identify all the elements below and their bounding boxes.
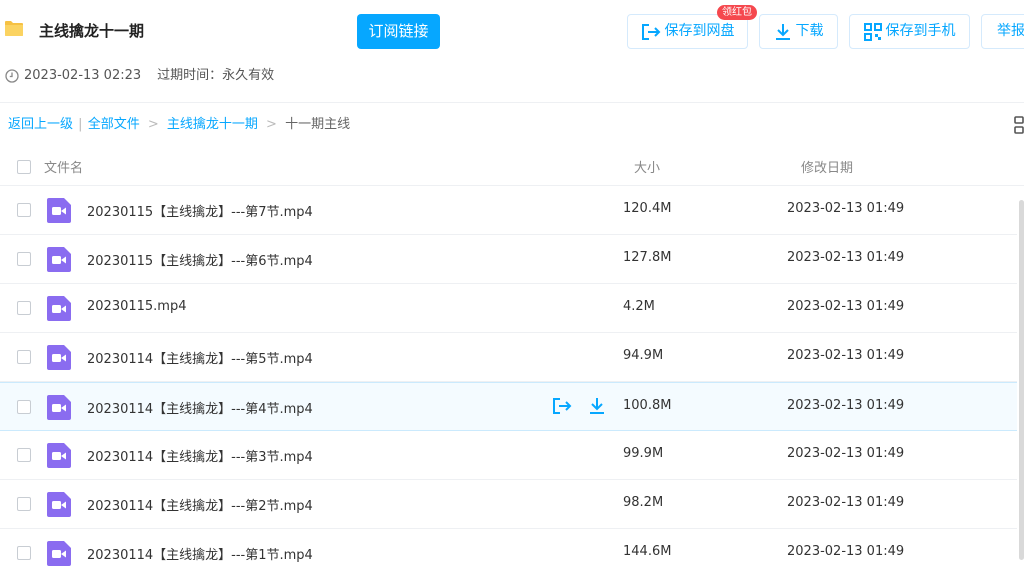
video-file-icon [47, 198, 71, 223]
download-icon[interactable] [588, 397, 606, 415]
table-row[interactable]: 20230115.mp4 4.2M 2023-02-13 01:49 [0, 284, 1017, 333]
file-name[interactable]: 20230114【主线擒龙】---第4节.mp4 [87, 398, 313, 417]
row-checkbox[interactable] [17, 350, 31, 364]
row-checkbox[interactable] [17, 203, 31, 217]
save-to-netdisk-icon[interactable] [552, 397, 572, 415]
file-date: 2023-02-13 01:49 [787, 250, 905, 265]
file-size: 98.2M [623, 495, 664, 510]
column-header-date[interactable]: 修改日期 [801, 157, 853, 176]
file-size: 94.9M [623, 348, 664, 363]
file-size: 120.4M [623, 201, 672, 216]
report-label: 举报 [997, 23, 1024, 39]
video-file-icon [47, 492, 71, 517]
table-row[interactable]: 20230114【主线擒龙】---第3节.mp4 99.9M 2023-02-1… [0, 431, 1017, 480]
table-header: 文件名 大小 修改日期 [0, 146, 1024, 186]
share-meta: 2023-02-13 02:23 过期时间：永久有效 [5, 67, 274, 85]
save-to-netdisk-icon [641, 23, 660, 40]
row-checkbox[interactable] [17, 400, 31, 414]
breadcrumb-back[interactable]: 返回上一级 [8, 117, 73, 132]
file-size: 144.6M [623, 544, 672, 559]
grid-view-icon[interactable] [1014, 116, 1024, 134]
red-envelope-badge[interactable]: 领红包 [717, 5, 757, 20]
file-date: 2023-02-13 01:49 [787, 544, 905, 559]
file-name[interactable]: 20230114【主线擒龙】---第2节.mp4 [87, 495, 313, 514]
video-file-icon [47, 345, 71, 370]
table-row[interactable]: 20230114【主线擒龙】---第1节.mp4 144.6M 2023-02-… [0, 529, 1017, 566]
file-date: 2023-02-13 01:49 [787, 495, 905, 510]
file-date: 2023-02-13 01:49 [787, 446, 905, 461]
video-file-icon [47, 247, 71, 272]
video-file-icon [47, 296, 71, 321]
report-button[interactable]: 举报 [981, 14, 1024, 49]
clock-icon [5, 69, 19, 83]
qrcode-icon [863, 22, 882, 41]
select-all-checkbox[interactable] [17, 160, 31, 174]
row-checkbox[interactable] [17, 448, 31, 462]
download-label: 下载 [795, 23, 824, 39]
video-file-icon [47, 443, 71, 468]
download-icon [775, 23, 790, 40]
breadcrumb: 返回上一级 | 全部文件 > 主线擒龙十一期 > 十一期主线 [8, 116, 350, 134]
file-date: 2023-02-13 01:49 [787, 299, 905, 314]
file-name[interactable]: 20230114【主线擒龙】---第5节.mp4 [87, 348, 313, 367]
file-date: 2023-02-13 01:49 [787, 348, 905, 363]
file-size: 127.8M [623, 250, 672, 265]
table-row[interactable]: 20230114【主线擒龙】---第4节.mp4 100.8M 2023-02-… [0, 382, 1017, 431]
created-time: 2023-02-13 02:23 [24, 68, 142, 83]
file-name[interactable]: 20230114【主线擒龙】---第3节.mp4 [87, 446, 313, 465]
row-checkbox[interactable] [17, 497, 31, 511]
row-checkbox[interactable] [17, 546, 31, 560]
file-name[interactable]: 20230115【主线擒龙】---第7节.mp4 [87, 201, 313, 220]
file-size: 99.9M [623, 446, 664, 461]
breadcrumb-current: 十一期主线 [285, 117, 351, 132]
table-row[interactable]: 20230114【主线擒龙】---第2节.mp4 98.2M 2023-02-1… [0, 480, 1017, 529]
file-name[interactable]: 20230115【主线擒龙】---第6节.mp4 [87, 250, 313, 269]
header-divider [0, 102, 1024, 103]
row-checkbox[interactable] [17, 301, 31, 315]
breadcrumb-separator: | [78, 117, 83, 132]
file-date: 2023-02-13 01:49 [787, 398, 905, 413]
table-row[interactable]: 20230115【主线擒龙】---第7节.mp4 120.4M 2023-02-… [0, 186, 1017, 235]
subscribe-link-button[interactable]: 订阅链接 [357, 14, 440, 49]
breadcrumb-arrow: > [266, 117, 277, 132]
column-header-size[interactable]: 大小 [634, 157, 660, 176]
breadcrumb-all-files[interactable]: 全部文件 [88, 117, 140, 132]
download-button[interactable]: 下载 [759, 14, 838, 49]
save-to-phone-button[interactable]: 保存到手机 [849, 14, 970, 49]
table-row[interactable]: 20230115【主线擒龙】---第6节.mp4 127.8M 2023-02-… [0, 235, 1017, 284]
breadcrumb-arrow: > [147, 117, 159, 132]
scrollbar[interactable] [1019, 200, 1024, 560]
column-header-name[interactable]: 文件名 [44, 157, 83, 176]
table-row[interactable]: 20230114【主线擒龙】---第5节.mp4 94.9M 2023-02-1… [0, 333, 1017, 382]
file-name[interactable]: 20230115.mp4 [87, 299, 187, 314]
folder-icon [5, 21, 23, 36]
save-to-phone-label: 保存到手机 [885, 23, 956, 39]
file-size: 4.2M [623, 299, 655, 314]
breadcrumb-folder[interactable]: 主线擒龙十一期 [167, 117, 258, 132]
file-name[interactable]: 20230114【主线擒龙】---第1节.mp4 [87, 544, 313, 563]
video-file-icon [47, 541, 71, 566]
file-size: 100.8M [623, 398, 672, 413]
row-checkbox[interactable] [17, 252, 31, 266]
file-date: 2023-02-13 01:49 [787, 201, 905, 216]
video-file-icon [47, 395, 71, 420]
expire-time: 过期时间：永久有效 [157, 68, 275, 83]
share-title: 主线擒龙十一期 [39, 22, 145, 40]
